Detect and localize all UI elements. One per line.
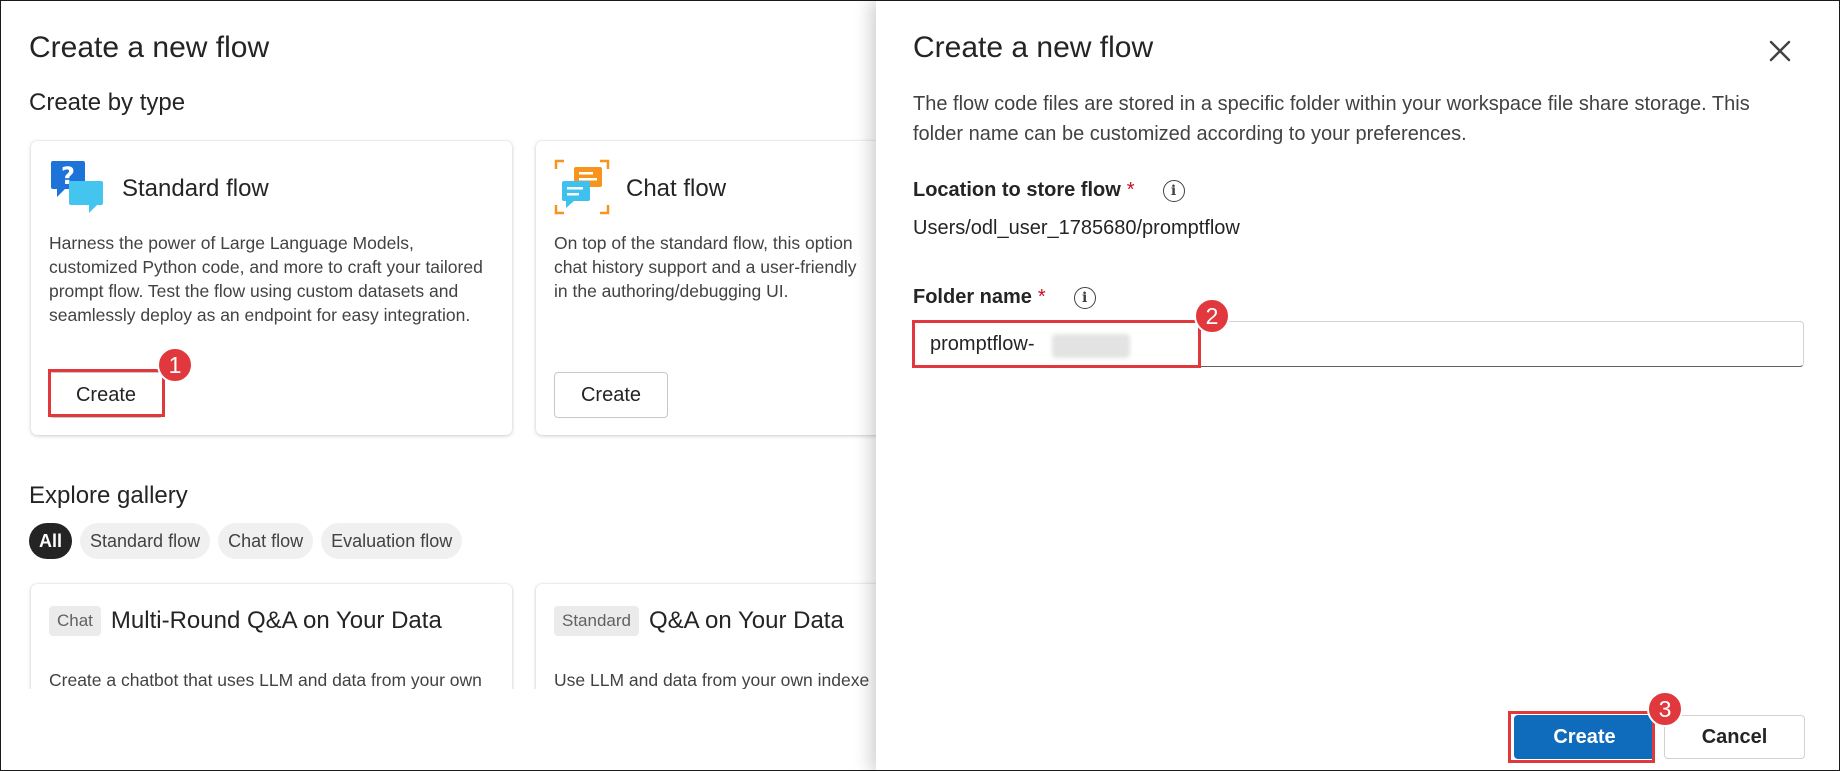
gallery-filter-chips: All Standard flow Chat flow Evaluation f… [29,523,463,559]
cancel-button[interactable]: Cancel [1664,715,1805,759]
folder-name-label-text: Folder name [913,286,1032,308]
create-flow-panel: Create a new flow The flow code files ar… [876,1,1839,770]
chat-flow-create-button[interactable]: Create [554,372,668,418]
filter-chip-evaluation-flow[interactable]: Evaluation flow [321,523,463,559]
card-title: Chat flow [626,175,727,202]
redacted-suffix [1052,334,1130,358]
chat-question-icon: ? [49,159,105,220]
bottom-crop [1,689,881,770]
filter-chip-standard-flow[interactable]: Standard flow [80,523,211,559]
annotation-badge-3: 3 [1647,691,1683,727]
folder-name-label: Folder name * i [913,286,1096,309]
folder-name-value: promptflow- [930,333,1035,355]
location-label-text: Location to store flow [913,179,1121,201]
location-value: Users/odl_user_1785680/promptflow [913,217,1240,239]
gallery-card-tag: Standard [554,606,639,636]
info-icon[interactable]: i [1162,179,1185,202]
location-label: Location to store flow * i [913,179,1185,202]
filter-chip-chat-flow[interactable]: Chat flow [218,523,314,559]
close-icon[interactable] [1766,37,1794,65]
screenshot-frame: Create a new flow Create by type ? Stand… [0,0,1840,771]
card-description: Harness the power of Large Language Mode… [49,233,483,325]
panel-description: The flow code files are stored in a spec… [913,93,1750,145]
standard-flow-create-button[interactable]: Create [49,372,163,418]
standard-flow-card: ? Standard flow Harness the power of Lar… [31,141,512,435]
create-button[interactable]: Create [1514,715,1655,759]
annotation-badge-1: 1 [157,347,193,383]
page-title: Create a new flow [29,31,270,64]
required-mark: * [1037,286,1046,308]
folder-name-input[interactable]: promptflow- [913,321,1804,367]
gallery-card-title: Multi-Round Q&A on Your Data [110,607,442,634]
explore-gallery-heading: Explore gallery [29,482,188,509]
panel-title: Create a new flow [913,31,1154,64]
annotation-badge-2: 2 [1194,298,1230,334]
filter-chip-all[interactable]: All [29,523,73,559]
required-mark: * [1126,179,1135,201]
card-title: Standard flow [122,175,269,202]
gallery-card-tag: Chat [49,606,101,636]
gallery-card-title: Q&A on Your Data [649,607,844,634]
create-by-type-heading: Create by type [29,89,186,116]
info-icon[interactable]: i [1073,286,1096,309]
chat-flow-icon [554,159,610,220]
card-description: On top of the standard flow, this option… [554,233,857,301]
